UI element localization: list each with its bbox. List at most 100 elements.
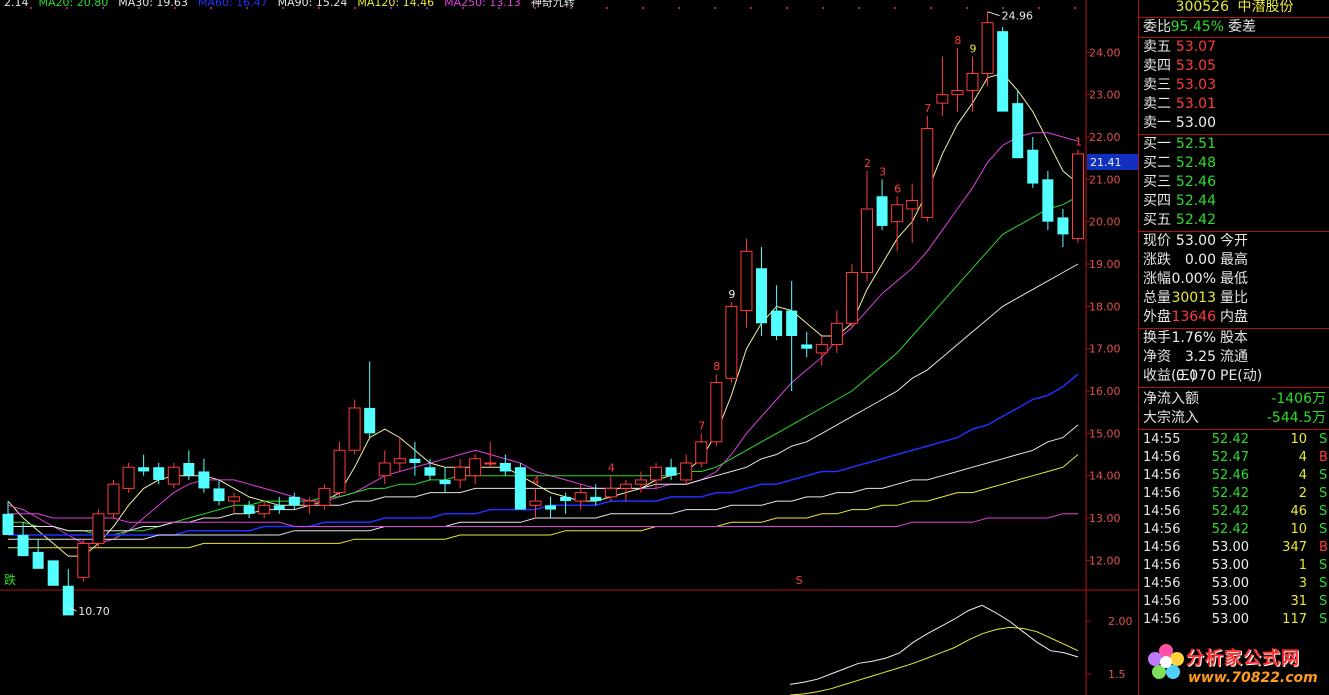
candle-body [213,488,225,502]
nine-turn-mark: 8 [713,360,720,373]
low-label: 10.70 [78,605,110,618]
nine-turn-mark: 7 [698,419,705,432]
candle-body [725,305,738,379]
ma-legend-item: 神奇九转 [530,0,575,9]
chart-frame [0,0,1138,695]
candle-body [921,128,934,218]
candle-body [1042,179,1054,222]
nine-turn-mark: 3 [879,165,886,178]
stat-label-2: 流通 [1220,349,1248,365]
bid-row: 买一 52.51 [1139,135,1329,154]
tick-row[interactable]: 14:56 52.42 46 S [1139,503,1329,521]
candle-body [529,500,542,506]
tick-row[interactable]: 14:56 53.00 31 S [1139,593,1329,611]
bid-row: 买三 52.46 [1139,173,1329,192]
candle-body [801,344,813,349]
high-pointer [987,11,1000,17]
tick-row[interactable]: 14:56 53.00 1 S [1139,557,1329,575]
weicha-label: 委差 [1228,19,1256,35]
ask-row: 卖三 53.03 [1139,76,1329,95]
high-label: 24.96 [1002,10,1033,23]
top-dot [894,7,896,9]
stat-row: 涨幅 0.00% 最低 [1139,270,1329,289]
candle-body [17,534,29,557]
candle-body [258,504,271,515]
nine-turn-mark: 7 [924,102,931,115]
ma-legend-item: 2.14 [4,0,29,9]
tick-price: 53.00 [1211,576,1249,591]
tick-volume: 3 [1298,576,1307,591]
sub-y-tick-label: 2.00 [1108,615,1133,628]
y-tick-label: 15.00 [1089,427,1121,440]
tick-row[interactable]: 14:56 53.00 117 S [1139,611,1329,629]
candle-body [574,492,587,502]
down-signal-label: 跌 [4,572,16,587]
candle-body [771,310,783,336]
candle-body [122,466,135,489]
stat-label: 涨跌 [1143,252,1171,268]
sub-indicator-line [789,626,1079,695]
candle-body [695,441,708,464]
kline-chart[interactable]: 894472378916 24.0023.0022.0021.0020.0019… [0,0,1138,695]
top-dot [750,7,752,9]
candle-body [228,496,241,502]
candle-body [1027,149,1039,184]
flow-value: -544.5万 [1266,410,1326,426]
tick-row[interactable]: 14:56 53.00 3 S [1139,575,1329,593]
tick-row[interactable]: 14:56 52.47 4 B [1139,449,1329,467]
ma-legend-item: MA60: 16.47 [197,0,268,9]
tick-row[interactable]: 14:56 52.46 4 S [1139,467,1329,485]
tick-price: 52.46 [1211,468,1249,483]
candle-body [424,467,436,476]
candle-body [680,462,693,481]
tick-volume: 10 [1290,522,1307,537]
tick-time: 14:56 [1143,594,1181,609]
top-dot [714,7,716,9]
tick-row[interactable]: 14:56 53.00 347 B [1139,539,1329,557]
tick-price: 52.42 [1211,504,1249,519]
candle-body [981,22,994,75]
sub-y-tick-label: 1.5 [1108,668,1126,681]
ask-label: 卖五 [1143,39,1171,55]
nine-turn-mark: 9 [728,288,735,301]
candle-body [876,196,888,226]
tick-time: 14:56 [1143,486,1181,501]
ask-row: 卖一 53.00 [1139,114,1329,133]
stat-label-2: 今开 [1220,233,1248,249]
candle-body [1012,103,1024,159]
tick-price: 53.00 [1211,558,1249,573]
tick-row[interactable]: 14:55 52.42 10 S [1139,431,1329,449]
nine-turn-mark: 8 [954,34,961,47]
stat-label-2: 最低 [1220,271,1248,287]
candle-body [288,496,300,506]
tick-side: S [1319,504,1328,519]
ma-line [8,373,1079,536]
tick-time: 14:56 [1143,558,1181,573]
nine-turn-mark: 4 [608,462,615,475]
ma-legend-item: MA20: 20.80 [38,0,109,9]
stat-label-2: PE(动) [1220,368,1263,384]
candle-body [484,462,497,465]
stat-label-2: 量比 [1220,290,1248,306]
ask-label: 卖三 [1143,77,1171,93]
current-price-label: 21.41 [1090,156,1122,169]
top-dot [606,7,608,9]
ma-legend-item: MA30: 19.63 [118,0,188,9]
candle-body [861,208,874,273]
ma-legend: 2.14 MA20: 20.80 MA30: 19.63 MA60: 16.47 MA9… [4,0,585,10]
top-dot [858,7,860,9]
stat-value: 0.00 [1184,252,1216,268]
bid-row: 买四 52.44 [1139,192,1329,211]
fundamental-row: 收益(三) 0.070 PE(动) [1139,367,1329,386]
tick-row[interactable]: 14:56 52.42 10 S [1139,521,1329,539]
ask-price: 53.03 [1175,77,1216,93]
watermark-url: www.70822.com [1188,670,1318,686]
top-dot [822,7,824,9]
tick-price: 52.42 [1211,486,1249,501]
fundamental-row: 净资 3.25 流通 [1139,348,1329,367]
flow-label: 净流入额 [1143,391,1199,407]
tick-row[interactable]: 14:56 52.42 2 S [1139,485,1329,503]
candle-body [77,542,90,578]
candle-body [545,505,557,510]
candle-body [454,466,467,481]
